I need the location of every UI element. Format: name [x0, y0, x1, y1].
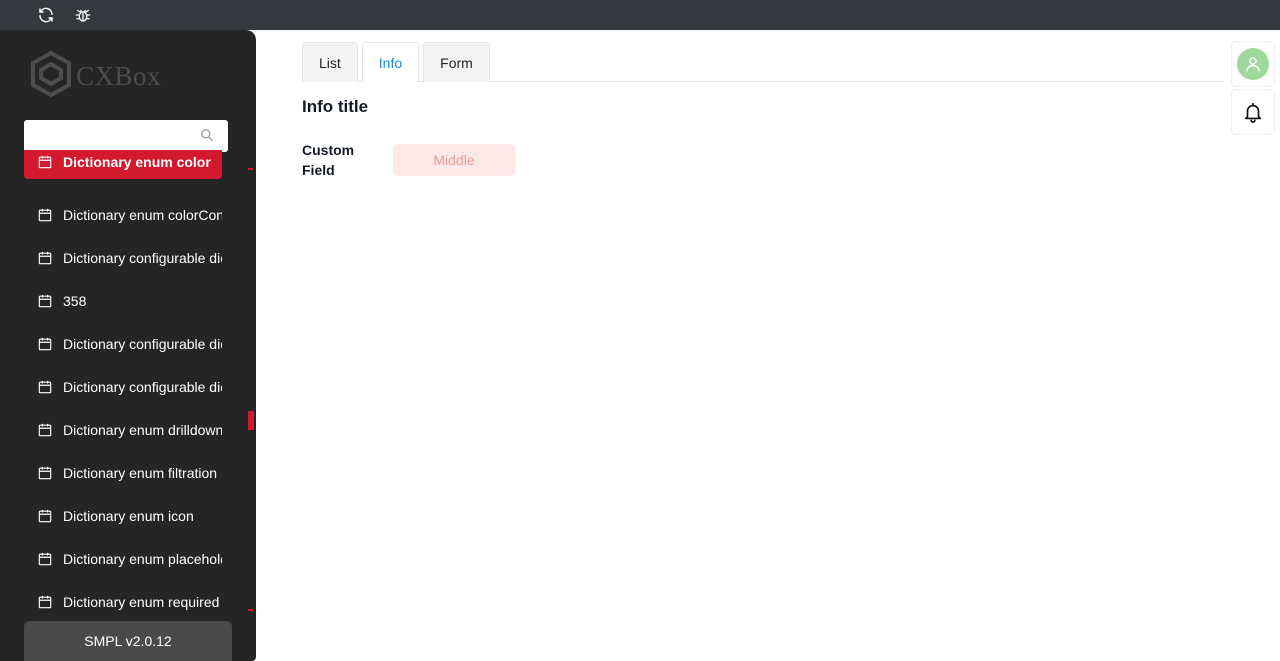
sidebar-item-dictionary-enum-colorconstant[interactable]: Dictionary enum colorConstant: [24, 193, 222, 236]
sidebar-item-label: Dictionary enum colorConstant: [63, 206, 222, 223]
user-avatar-button[interactable]: [1231, 41, 1275, 87]
sidebar: CXBox Dictionary enum color Dictionary e…: [0, 30, 256, 661]
top-toolbar: [0, 0, 1280, 30]
tab-list[interactable]: List: [302, 42, 358, 82]
sidebar-item-label: Dictionary enum color: [63, 153, 211, 170]
calendar-icon: [38, 466, 52, 479]
sidebar-item-label: Dictionary enum required: [63, 593, 220, 610]
calendar-icon: [38, 552, 52, 565]
sidebar-item-label: Dictionary configurable dictionary: [63, 335, 222, 352]
calendar-icon: [38, 509, 52, 522]
scrollbar-thumb[interactable]: [248, 411, 254, 430]
sidebar-item-label: Dictionary enum icon: [63, 507, 194, 524]
sidebar-item-label: Dictionary enum placeholder: [63, 550, 222, 567]
version-label: SMPL v2.0.12: [24, 621, 232, 661]
sidebar-item-dictionary-enum-placeholder[interactable]: Dictionary enum placeholder: [24, 537, 222, 580]
search-icon[interactable]: [200, 128, 216, 144]
bug-icon[interactable]: [73, 5, 93, 25]
logo-text: CXBox: [76, 60, 162, 91]
user-icon: [1246, 57, 1260, 72]
calendar-icon: [38, 251, 52, 264]
custom-field-label: Custom Field: [302, 142, 355, 178]
sidebar-item-dictionary-enum-icon[interactable]: Dictionary enum icon: [24, 494, 222, 537]
sidebar-item-label: Dictionary enum filtration: [63, 464, 218, 481]
page-title: Info title: [302, 97, 369, 116]
sidebar-item-dictionary-enum-filtration[interactable]: Dictionary enum filtration: [24, 451, 222, 494]
avatar: [1237, 48, 1269, 80]
search-input[interactable]: [32, 120, 202, 150]
search-box: [24, 120, 228, 152]
calendar-icon: [38, 423, 52, 436]
logo: CXBox: [30, 50, 162, 103]
bell-icon: [1244, 102, 1262, 123]
sidebar-item-dictionary-enum-required[interactable]: Dictionary enum required: [24, 580, 222, 620]
sidebar-item-label: Dictionary configurable dictionary: [63, 378, 222, 395]
sidebar-item-dictionary-configurable-3[interactable]: Dictionary configurable dictionary: [24, 365, 222, 408]
custom-field-value: Middle: [393, 144, 515, 176]
calendar-icon: [38, 595, 52, 608]
tab-info[interactable]: Info: [361, 42, 420, 82]
view-tabs: List Info Form: [302, 42, 1224, 82]
sidebar-item-dictionary-configurable-2[interactable]: Dictionary configurable dictionary: [24, 322, 222, 365]
sidebar-item-358[interactable]: 358: [24, 279, 222, 322]
scroll-indicator-bottom: [248, 609, 253, 611]
calendar-icon: [38, 208, 52, 221]
sidebar-item-label: 358: [63, 292, 87, 309]
calendar-icon: [38, 294, 52, 307]
refresh-icon[interactable]: [36, 5, 56, 25]
sidebar-item-dictionary-enum-color[interactable]: Dictionary enum color: [24, 150, 222, 179]
calendar-icon: [38, 155, 52, 168]
cxbox-logo-icon: [30, 50, 72, 103]
notifications-button[interactable]: [1231, 89, 1275, 135]
sidebar-item-dictionary-configurable-1[interactable]: Dictionary configurable dictionary: [24, 236, 222, 279]
sidebar-item-dictionary-enum-drilldown[interactable]: Dictionary enum drilldown: [24, 408, 222, 451]
calendar-icon: [38, 380, 52, 393]
calendar-icon: [38, 337, 52, 350]
sidebar-item-label: Dictionary enum drilldown: [63, 421, 222, 438]
tab-form[interactable]: Form: [423, 42, 490, 82]
sidebar-menu: Dictionary enum color Dictionary enum co…: [24, 150, 222, 620]
sidebar-item-label: Dictionary configurable dictionary: [63, 249, 222, 266]
scroll-indicator-top: [248, 168, 253, 170]
